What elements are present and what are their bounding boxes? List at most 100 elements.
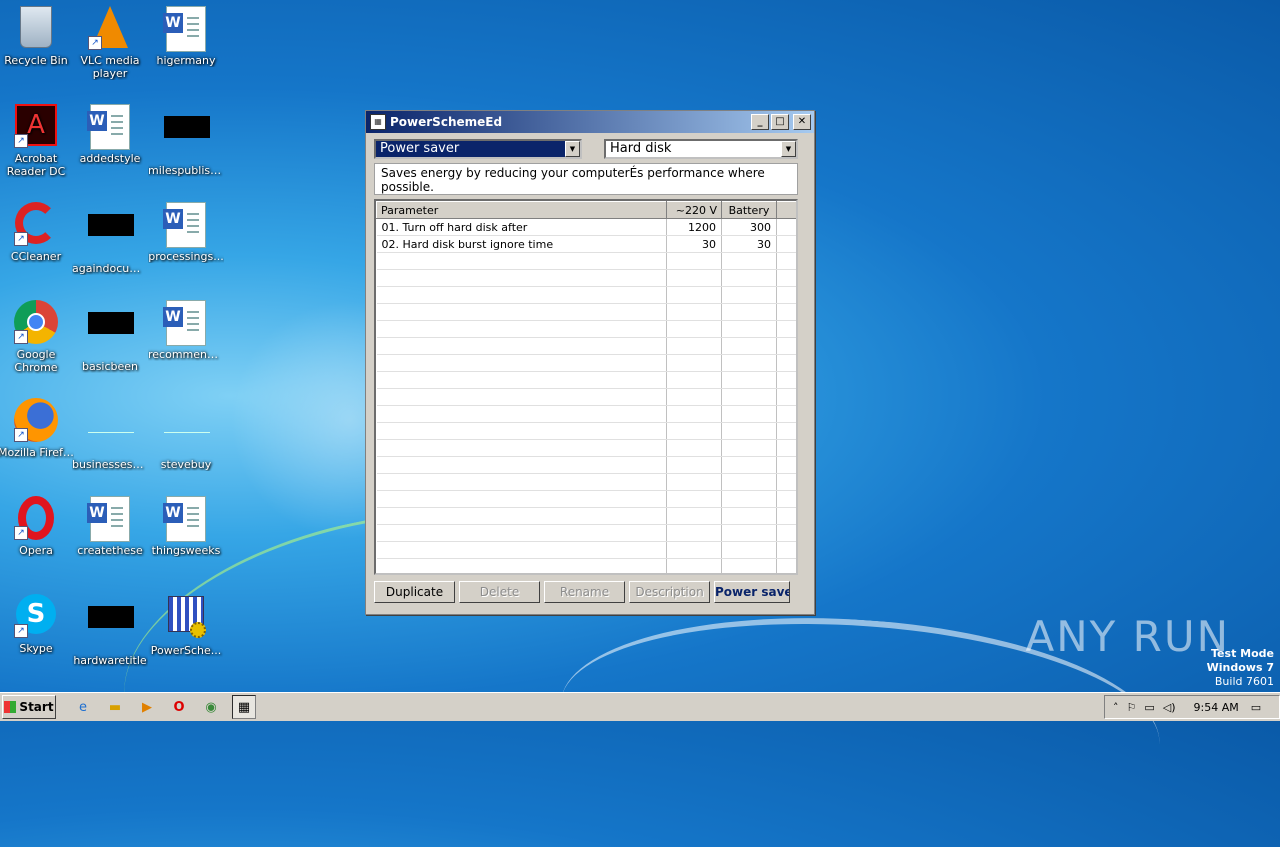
desktop-icon-thingsweeks[interactable]: thingsweeks [148, 496, 224, 557]
table-row[interactable] [376, 286, 796, 304]
table-row[interactable] [376, 524, 796, 542]
cell-ac-value[interactable]: 30 [666, 235, 722, 253]
column-header-battery[interactable]: Battery [721, 201, 777, 219]
cell-ac-value[interactable] [666, 303, 722, 321]
desktop-icon-skype[interactable]: S ↗ Skype [0, 594, 74, 655]
table-row[interactable] [376, 541, 796, 559]
table-row[interactable] [376, 558, 796, 573]
desktop-icon-firefox[interactable]: ↗ Mozilla Firefox [0, 398, 74, 459]
cell-ac-value[interactable] [666, 524, 722, 542]
cell-battery-value[interactable] [721, 354, 777, 372]
desktop-icon-basicbeen[interactable]: basicbeen [72, 300, 148, 373]
desktop-icon-againdocum[interactable]: againdocum... [72, 202, 148, 275]
cell-battery-value[interactable] [721, 303, 777, 321]
chevron-down-icon[interactable]: ▼ [565, 141, 580, 157]
cell-parameter[interactable] [376, 541, 667, 559]
cell-parameter[interactable] [376, 286, 667, 304]
table-row[interactable] [376, 371, 796, 389]
cell-parameter[interactable] [376, 371, 667, 389]
cell-parameter[interactable] [376, 473, 667, 491]
desktop-icon-higermany[interactable]: higermany [148, 6, 224, 67]
duplicate-button[interactable]: Duplicate [374, 581, 455, 603]
table-row[interactable]: 02. Hard disk burst ignore time 30 30 [376, 235, 796, 253]
cell-parameter[interactable] [376, 422, 667, 440]
desktop-icon-vlc[interactable]: ↗ VLC media player [72, 6, 148, 80]
volume-icon[interactable]: ◁) [1163, 701, 1176, 714]
table-row[interactable] [376, 439, 796, 457]
cell-ac-value[interactable] [666, 252, 722, 270]
cell-battery-value[interactable] [721, 422, 777, 440]
table-row[interactable] [376, 269, 796, 287]
cell-parameter[interactable] [376, 252, 667, 270]
cell-battery-value[interactable] [721, 337, 777, 355]
cell-ac-value[interactable] [666, 456, 722, 474]
cell-battery-value[interactable] [721, 456, 777, 474]
cell-parameter[interactable] [376, 269, 667, 287]
cell-ac-value[interactable] [666, 558, 722, 573]
desktop-icon-hardwaretitle[interactable]: hardwaretitle [72, 594, 148, 667]
desktop-icon-businessesb[interactable]: businessesb... [72, 398, 148, 471]
cell-battery-value[interactable] [721, 490, 777, 508]
table-row[interactable] [376, 422, 796, 440]
desktop-icon-acrobat[interactable]: A ↗ Acrobat Reader DC [0, 104, 74, 178]
cell-parameter[interactable] [376, 337, 667, 355]
chrome-icon[interactable]: ◉ [200, 696, 222, 718]
cell-battery-value[interactable] [721, 269, 777, 287]
cell-battery-value[interactable] [721, 558, 777, 573]
cell-ac-value[interactable] [666, 354, 722, 372]
cell-parameter[interactable]: 01. Turn off hard disk after [376, 218, 667, 236]
description-button[interactable]: Description [629, 581, 710, 603]
power-icon[interactable]: ▭ [1144, 701, 1154, 714]
cell-ac-value[interactable] [666, 269, 722, 287]
table-row[interactable] [376, 320, 796, 338]
power-scheme-select[interactable]: Power saver ▼ [374, 139, 582, 159]
parameter-grid[interactable]: Parameter ~220 V Battery 01. Turn off ha… [374, 199, 798, 575]
cell-battery-value[interactable] [721, 524, 777, 542]
desktop-icon-ccleaner[interactable]: ↗ CCleaner [0, 202, 74, 263]
cell-battery-value[interactable] [721, 371, 777, 389]
cell-parameter[interactable]: 02. Hard disk burst ignore time [376, 235, 667, 253]
opera-icon[interactable]: O [168, 696, 190, 718]
desktop-icon-opera[interactable]: ↗ Opera [0, 496, 74, 557]
cell-battery-value[interactable] [721, 473, 777, 491]
cell-battery-value[interactable] [721, 286, 777, 304]
desktop-icon-processings[interactable]: processings... [148, 202, 224, 263]
table-row[interactable] [376, 473, 796, 491]
cell-battery-value[interactable] [721, 507, 777, 525]
file-explorer-icon[interactable]: ▬ [104, 696, 126, 718]
maximize-button[interactable]: □ [771, 114, 789, 130]
cell-parameter[interactable] [376, 524, 667, 542]
cell-parameter[interactable] [376, 320, 667, 338]
cell-battery-value[interactable]: 30 [721, 235, 777, 253]
internet-explorer-icon[interactable]: e [72, 696, 94, 718]
window-titlebar[interactable]: ▦ PowerSchemeEd _ □ ✕ [366, 111, 814, 133]
close-button[interactable]: ✕ [793, 114, 811, 130]
desktop-icon-chrome[interactable]: ↗ Google Chrome [0, 300, 74, 374]
cell-ac-value[interactable] [666, 286, 722, 304]
cell-parameter[interactable] [376, 439, 667, 457]
cell-parameter[interactable] [376, 456, 667, 474]
table-row[interactable] [376, 252, 796, 270]
table-row[interactable] [376, 388, 796, 406]
minimize-button[interactable]: _ [751, 114, 769, 130]
show-hidden-icons-icon[interactable]: ˄ [1113, 701, 1119, 714]
cell-parameter[interactable] [376, 303, 667, 321]
cell-ac-value[interactable] [666, 422, 722, 440]
cell-parameter[interactable] [376, 354, 667, 372]
column-header-ac[interactable]: ~220 V [666, 201, 722, 219]
desktop-icon-recommend[interactable]: recommend... [148, 300, 224, 361]
table-row[interactable]: 01. Turn off hard disk after 1200 300 [376, 218, 796, 236]
desktop-icon-stevebuy[interactable]: stevebuy [148, 398, 224, 471]
cell-battery-value[interactable]: 300 [721, 218, 777, 236]
column-header-parameter[interactable]: Parameter [376, 201, 667, 219]
set-active-scheme-button[interactable]: Power saver [714, 581, 790, 603]
cell-battery-value[interactable] [721, 388, 777, 406]
powerschemeed-taskbar-icon[interactable]: ▦ [232, 695, 256, 719]
cell-battery-value[interactable] [721, 439, 777, 457]
table-row[interactable] [376, 337, 796, 355]
cell-ac-value[interactable] [666, 405, 722, 423]
desktop-icon-createthese[interactable]: createthese [72, 496, 148, 557]
desktop-icon-powerschemeed[interactable]: PowerSche... [148, 594, 224, 657]
delete-button[interactable]: Delete [459, 581, 540, 603]
chevron-down-icon[interactable]: ▼ [781, 141, 796, 157]
